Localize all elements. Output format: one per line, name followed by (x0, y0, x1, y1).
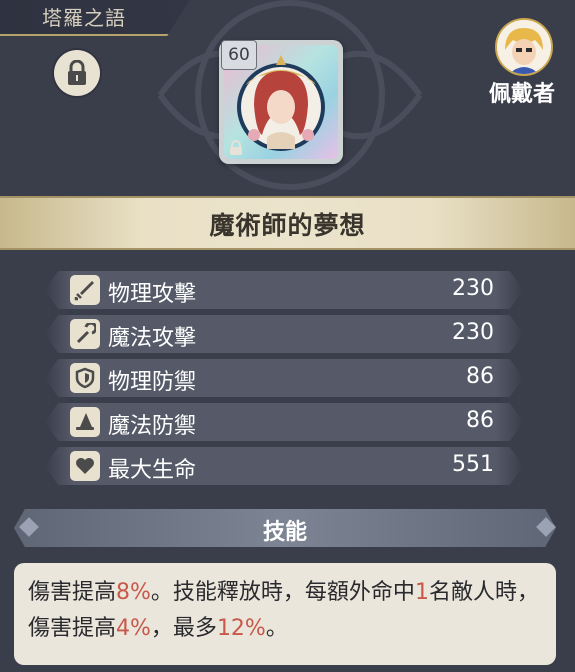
heart-icon (70, 451, 100, 481)
stat-label: 物理攻擊 (108, 282, 197, 307)
stat-row-physical-defense: 物理防禦 86 (44, 359, 524, 397)
stat-label: 最大生命 (108, 458, 197, 483)
skill-desc-value: 12% (216, 616, 266, 641)
wizard-hat-icon (70, 407, 100, 437)
skill-desc-value: 8% (116, 580, 151, 605)
card-level-badge: 60 (221, 40, 257, 70)
card-name-banner: 魔術師的夢想 (0, 196, 575, 250)
stat-row-max-hp: 最大生命 551 (44, 447, 524, 485)
card-name: 魔術師的夢想 (209, 211, 366, 240)
stat-row-magic-defense: 魔法防禦 86 (44, 403, 524, 441)
sword-icon (70, 275, 100, 305)
skill-header-bar: 技能 (14, 509, 556, 547)
wearer-avatar[interactable] (495, 18, 553, 76)
wearer-label: 佩戴者 (488, 82, 555, 107)
skill-desc-text: 傷害提高 (28, 580, 117, 605)
page-title: 塔羅之語 (42, 6, 126, 30)
skill-header: 技能 (262, 520, 307, 545)
skill-desc-text: 。 (265, 616, 288, 641)
wearer-portrait-icon (497, 20, 551, 74)
skill-description: 傷害提高8%。技能釋放時，每額外命中1名敵人時，傷害提高4%，最多12%。 (14, 563, 556, 665)
stat-value: 86 (466, 364, 494, 389)
card-lock-icon (230, 140, 242, 155)
skill-desc-value: 4% (116, 616, 151, 641)
stat-value: 551 (452, 452, 494, 477)
lock-icon (68, 60, 86, 85)
skill-desc-value: 1 (414, 580, 429, 605)
page-title-tab: 塔羅之語 (0, 0, 190, 36)
stat-row-magic-attack: 魔法攻擊 230 (44, 315, 524, 353)
stat-value: 230 (452, 276, 494, 301)
stat-row-physical-attack: 物理攻擊 230 (44, 271, 524, 309)
stat-value: 86 (466, 408, 494, 433)
stat-label: 物理防禦 (108, 370, 197, 395)
staff-icon (70, 319, 100, 349)
stat-label: 魔法攻擊 (108, 326, 197, 351)
skill-desc-text: ，最多 (150, 616, 217, 641)
stat-value: 230 (452, 320, 494, 345)
stat-label: 魔法防禦 (108, 414, 197, 439)
lock-button[interactable] (54, 50, 100, 96)
skill-desc-text: 。技能釋放時，每額外命中 (150, 580, 415, 605)
shield-icon (70, 363, 100, 393)
